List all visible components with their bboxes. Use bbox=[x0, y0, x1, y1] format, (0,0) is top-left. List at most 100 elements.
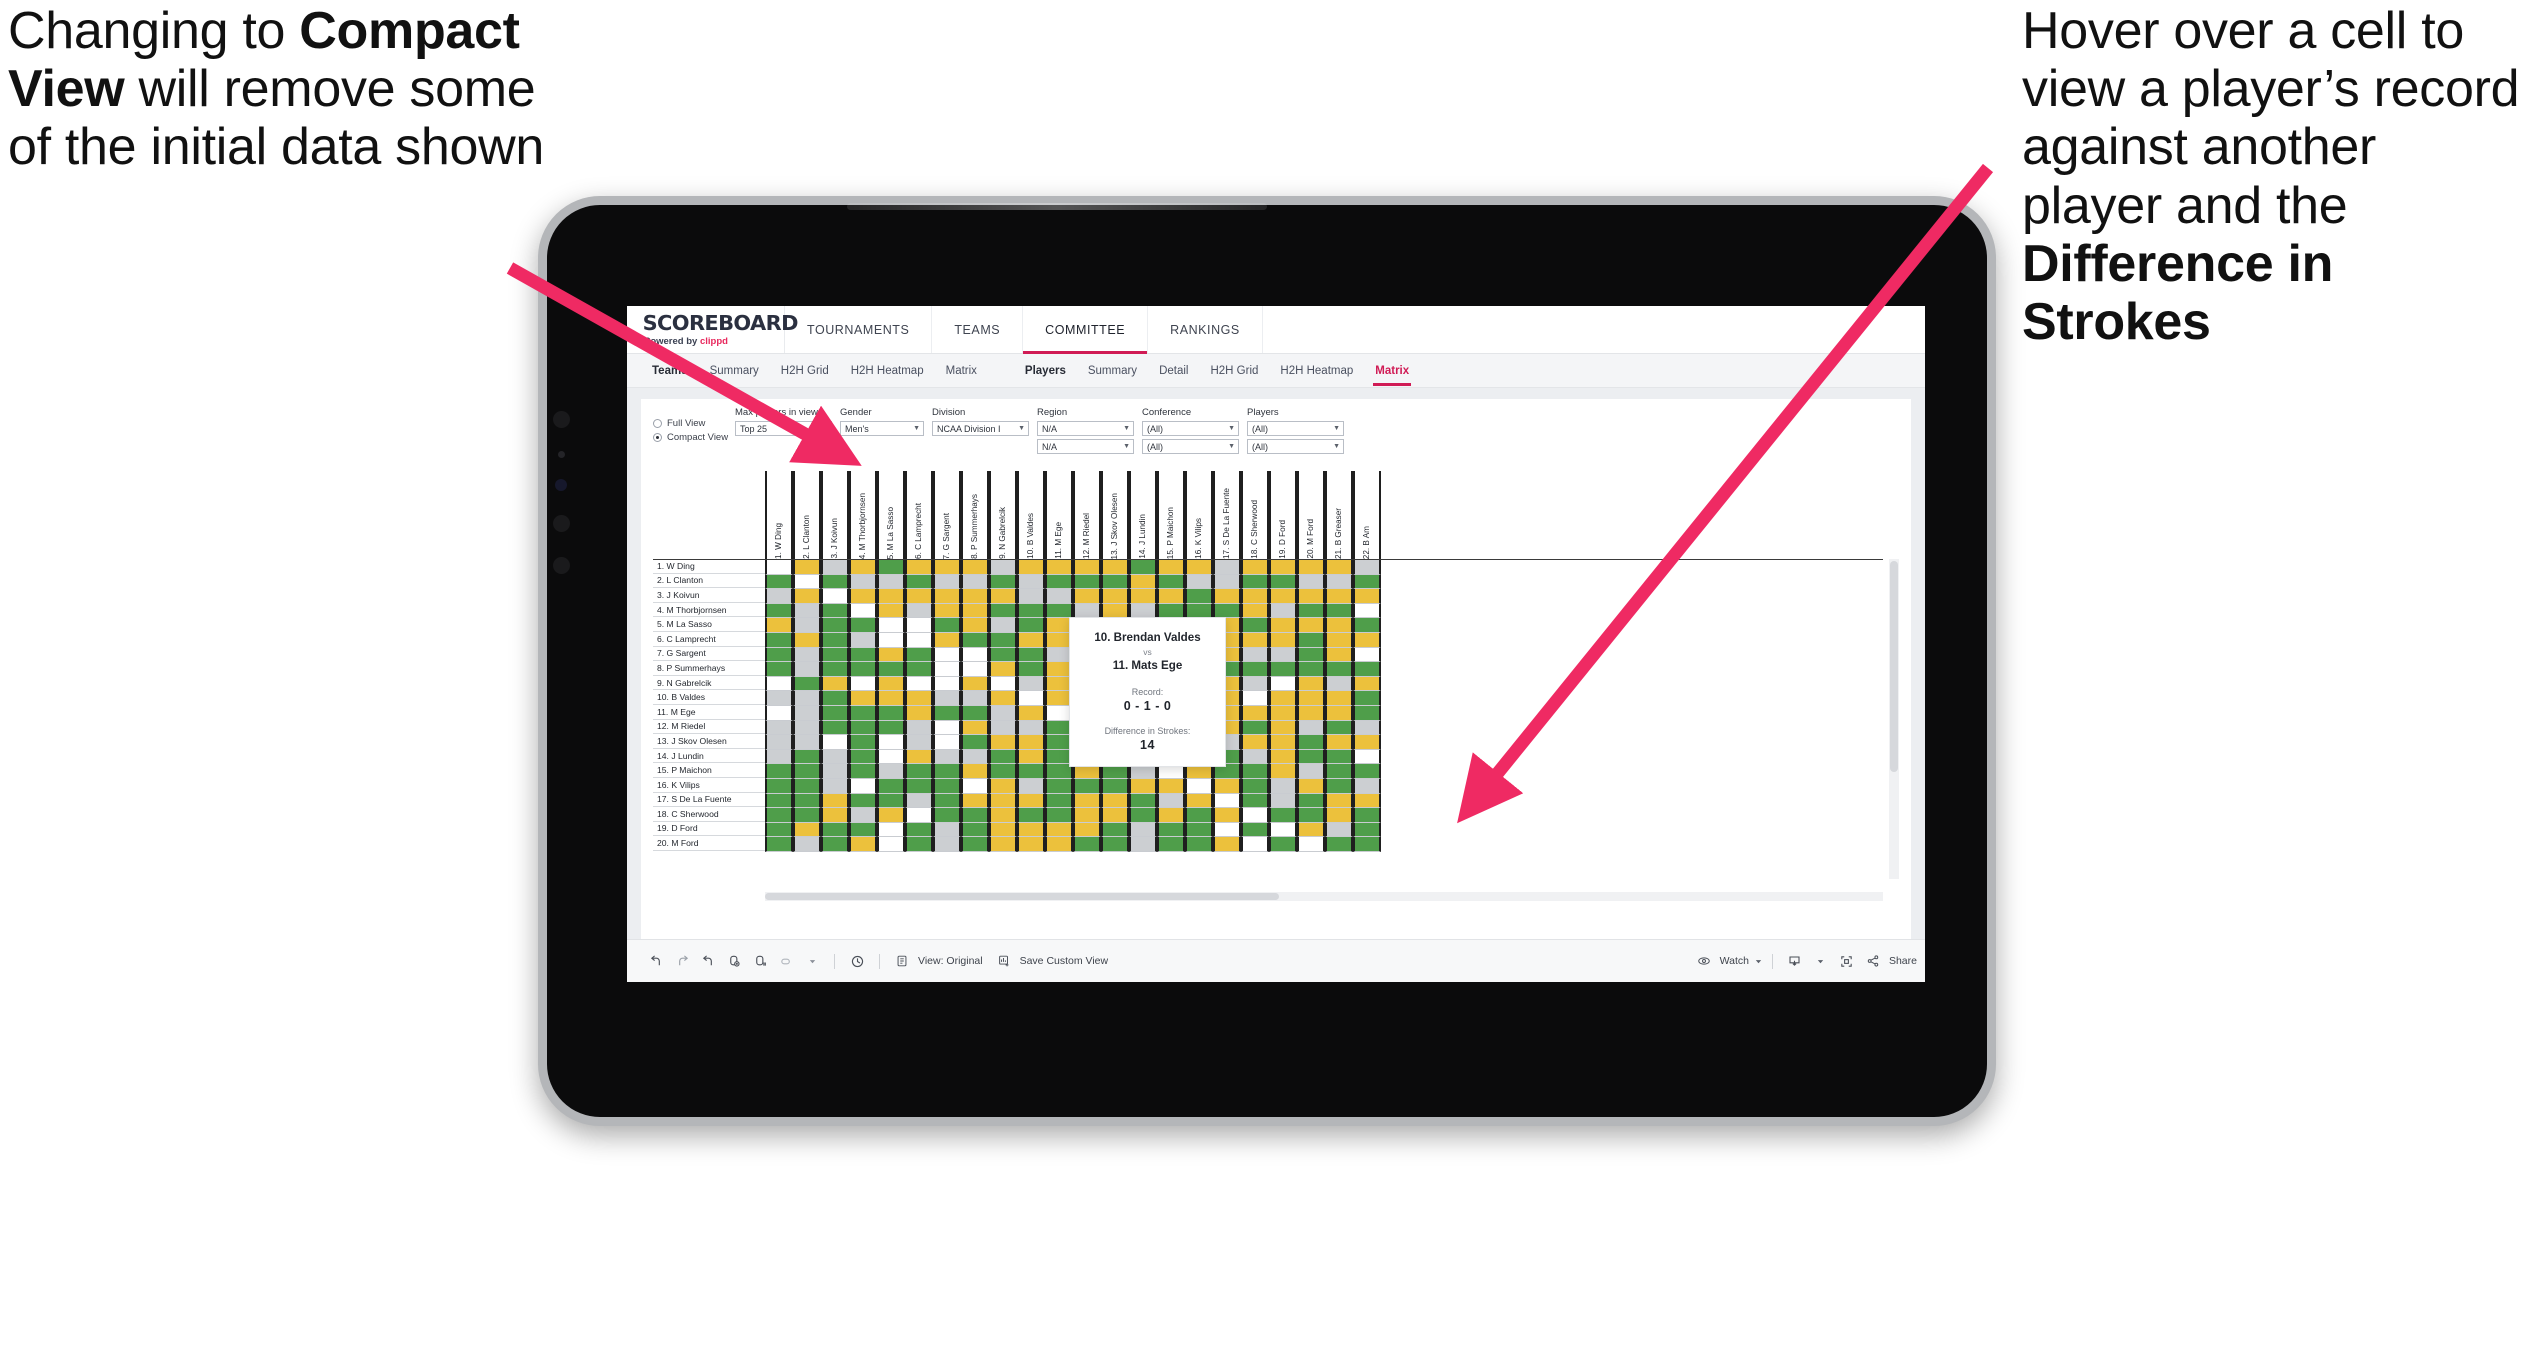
watch-button[interactable]: Watch bbox=[1691, 948, 1763, 974]
matrix-cell[interactable] bbox=[1353, 647, 1381, 663]
matrix-cell[interactable] bbox=[849, 778, 877, 794]
matrix-cell[interactable] bbox=[1269, 720, 1297, 736]
matrix-cell[interactable] bbox=[793, 793, 821, 809]
matrix-cell[interactable] bbox=[905, 749, 933, 765]
matrix-cell[interactable] bbox=[849, 632, 877, 648]
matrix-row-header[interactable]: 14. J Lundin bbox=[653, 748, 765, 764]
matrix-cell[interactable] bbox=[1297, 822, 1325, 838]
matrix-cell[interactable] bbox=[933, 720, 961, 736]
matrix-cell[interactable] bbox=[849, 705, 877, 721]
filter-select[interactable]: (All) ▼ bbox=[1142, 421, 1239, 436]
matrix-row-header[interactable]: 18. C Sherwood bbox=[653, 807, 765, 822]
pause-auto-update-icon[interactable] bbox=[844, 948, 870, 974]
matrix-cell[interactable] bbox=[989, 603, 1017, 619]
matrix-cell[interactable] bbox=[1045, 793, 1073, 809]
matrix-cell[interactable] bbox=[905, 705, 933, 721]
matrix-cell[interactable] bbox=[1017, 764, 1045, 779]
matrix-cell[interactable] bbox=[765, 764, 793, 779]
matrix-cell[interactable] bbox=[793, 822, 821, 838]
matrix-cell[interactable] bbox=[1101, 822, 1129, 838]
matrix-cell[interactable] bbox=[933, 837, 961, 852]
matrix-cell[interactable] bbox=[1325, 720, 1353, 736]
matrix-cell[interactable] bbox=[877, 618, 905, 633]
matrix-cell[interactable] bbox=[1325, 647, 1353, 663]
matrix-cell[interactable] bbox=[1269, 574, 1297, 590]
matrix-cell[interactable] bbox=[1269, 632, 1297, 648]
matrix-cell[interactable] bbox=[821, 808, 849, 823]
matrix-cell[interactable] bbox=[1241, 603, 1269, 619]
matrix-cell[interactable] bbox=[1297, 560, 1325, 575]
matrix-cell[interactable] bbox=[1213, 793, 1241, 809]
matrix-cell[interactable] bbox=[821, 822, 849, 838]
matrix-cell[interactable] bbox=[1045, 808, 1073, 823]
matrix-cell[interactable] bbox=[1241, 793, 1269, 809]
matrix-row-header[interactable]: 11. M Ege bbox=[653, 704, 765, 720]
matrix-cell[interactable] bbox=[933, 793, 961, 809]
matrix-cell[interactable] bbox=[1241, 808, 1269, 823]
chevron-down-icon[interactable]: ▼ bbox=[821, 425, 828, 432]
matrix-col-header[interactable]: 1. W Ding bbox=[765, 471, 793, 559]
matrix-cell[interactable] bbox=[877, 822, 905, 838]
matrix-cell[interactable] bbox=[1297, 749, 1325, 765]
matrix-cell[interactable] bbox=[989, 735, 1017, 750]
matrix-cell[interactable] bbox=[961, 603, 989, 619]
matrix-cell[interactable] bbox=[765, 560, 793, 575]
matrix-cell[interactable] bbox=[1353, 603, 1381, 619]
matrix-cell[interactable] bbox=[989, 749, 1017, 765]
matrix-cell[interactable] bbox=[961, 632, 989, 648]
matrix-cell[interactable] bbox=[961, 574, 989, 590]
matrix-cell[interactable] bbox=[933, 560, 961, 575]
matrix-cell[interactable] bbox=[905, 793, 933, 809]
matrix-cell[interactable] bbox=[821, 705, 849, 721]
matrix-cell[interactable] bbox=[1297, 720, 1325, 736]
matrix-cell[interactable] bbox=[933, 705, 961, 721]
matrix-cell[interactable] bbox=[1213, 837, 1241, 852]
subnav-item-teams[interactable]: Teams bbox=[641, 365, 699, 377]
watch-caret-icon[interactable] bbox=[1754, 957, 1763, 966]
matrix-cell[interactable] bbox=[793, 560, 821, 575]
matrix-cell[interactable] bbox=[1017, 735, 1045, 750]
matrix-cell[interactable] bbox=[793, 676, 821, 692]
matrix-cell[interactable] bbox=[1297, 676, 1325, 692]
shape-caret-icon[interactable] bbox=[799, 948, 825, 974]
matrix-cell[interactable] bbox=[877, 603, 905, 619]
matrix-col-header[interactable]: 4. M Thorbjornsen bbox=[849, 471, 877, 559]
matrix-cell[interactable] bbox=[905, 778, 933, 794]
matrix-cell[interactable] bbox=[821, 749, 849, 765]
matrix-cell[interactable] bbox=[933, 749, 961, 765]
matrix-cell[interactable] bbox=[1157, 778, 1185, 794]
matrix-cell[interactable] bbox=[1241, 589, 1269, 604]
matrix-cell[interactable] bbox=[1157, 793, 1185, 809]
matrix-cell[interactable] bbox=[849, 720, 877, 736]
matrix-cell[interactable] bbox=[1213, 560, 1241, 575]
matrix-cell[interactable] bbox=[905, 822, 933, 838]
matrix-col-header[interactable]: 8. P Summerhays bbox=[961, 471, 989, 559]
matrix-cell[interactable] bbox=[989, 560, 1017, 575]
subnav-item-summary[interactable]: Summary bbox=[699, 365, 770, 377]
matrix-cell[interactable] bbox=[1325, 735, 1353, 750]
matrix-col-header[interactable]: 15. P Maichon bbox=[1157, 471, 1185, 559]
save-custom-view-button[interactable]: Save Custom View bbox=[991, 948, 1108, 974]
matrix-cell[interactable] bbox=[877, 735, 905, 750]
matrix-cell[interactable] bbox=[1353, 589, 1381, 604]
matrix-cell[interactable] bbox=[1017, 618, 1045, 633]
matrix-cell[interactable] bbox=[1297, 589, 1325, 604]
filter-select[interactable]: (All) ▼ bbox=[1247, 421, 1344, 436]
matrix-row-header[interactable]: 20. M Ford bbox=[653, 836, 765, 851]
matrix-cell[interactable] bbox=[1185, 560, 1213, 575]
matrix-cell[interactable] bbox=[1017, 632, 1045, 648]
matrix-cell[interactable] bbox=[1157, 837, 1185, 852]
matrix-cell[interactable] bbox=[905, 662, 933, 677]
chevron-down-icon[interactable]: ▼ bbox=[1123, 425, 1130, 432]
matrix-cell[interactable] bbox=[849, 837, 877, 852]
matrix-cell[interactable] bbox=[821, 589, 849, 604]
matrix-cell[interactable] bbox=[1101, 778, 1129, 794]
filter-select[interactable]: Men's ▼ bbox=[840, 421, 924, 436]
revert-icon[interactable] bbox=[695, 948, 721, 974]
matrix-cell[interactable] bbox=[1045, 560, 1073, 575]
matrix-cell[interactable] bbox=[1129, 589, 1157, 604]
matrix-col-header[interactable]: 21. B Greaser bbox=[1325, 471, 1353, 559]
matrix-cell[interactable] bbox=[821, 764, 849, 779]
matrix-col-header[interactable]: 5. M La Sasso bbox=[877, 471, 905, 559]
matrix-cell[interactable] bbox=[989, 764, 1017, 779]
